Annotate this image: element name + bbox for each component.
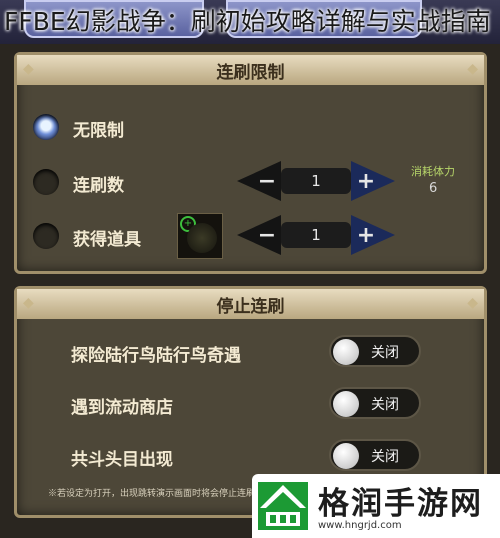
label-obtain-item: 获得道具 <box>73 230 141 250</box>
toggle-label: 关闭 <box>371 345 399 361</box>
corner-ornament-icon: ◆ <box>467 61 478 77</box>
stop-repeat-header: 停止连刷 <box>17 289 484 319</box>
stamina-cost-label: 消耗体力 <box>411 165 455 178</box>
label-coop-boss: 共斗头目出现 <box>71 450 173 470</box>
item-count-minus-button[interactable]: − <box>237 215 281 255</box>
repeat-limit-header: 连刷限制 <box>17 55 484 85</box>
toggle-wandering-shop[interactable]: 关闭 <box>329 387 421 419</box>
corner-ornament-icon: ◆ <box>23 61 34 77</box>
repeat-count-minus-button[interactable]: − <box>237 161 281 201</box>
radio-obtain-item[interactable] <box>33 223 59 249</box>
site-url: www.hngrjd.com <box>318 520 402 531</box>
toggle-knob <box>333 339 359 365</box>
item-orb-icon <box>187 223 217 253</box>
label-repeat-count: 连刷数 <box>73 176 124 196</box>
radio-unlimited[interactable] <box>33 114 59 140</box>
label-wandering-shop: 遇到流动商店 <box>71 398 173 418</box>
corner-ornament-icon: ◆ <box>467 295 478 311</box>
minus-icon: − <box>257 168 277 194</box>
site-watermark: 格润手游网 www.hngrjd.com <box>252 474 500 538</box>
corner-ornament-icon: ◆ <box>23 295 34 311</box>
label-unlimited: 无限制 <box>73 121 124 141</box>
plus-icon: + <box>356 222 376 248</box>
toggle-coop-boss[interactable]: 关闭 <box>329 439 421 471</box>
minus-icon: − <box>257 222 277 248</box>
toggle-knob <box>333 443 359 469</box>
site-logo-icon <box>258 482 308 530</box>
item-count-stepper: − 1 + <box>237 215 395 255</box>
overlay-title: FFBE幻影战争：刷初始攻略详解与实战指南 <box>4 7 491 36</box>
toggle-knob <box>333 391 359 417</box>
label-chocobo-encounter: 探险陆行鸟陆行鸟奇遇 <box>71 346 241 366</box>
site-name: 格润手游网 <box>318 486 483 522</box>
repeat-limit-panel: 连刷限制 ◆ ◆ 无限制 连刷数 − 1 + 消耗体力 6 获得道具 + − 1… <box>14 52 487 274</box>
toggle-label: 关闭 <box>371 397 399 413</box>
toggle-chocobo-encounter[interactable]: 关闭 <box>329 335 421 367</box>
stop-repeat-title: 停止连刷 <box>216 296 285 317</box>
radio-repeat-count[interactable] <box>33 169 59 195</box>
item-count-value: 1 <box>281 222 351 248</box>
stamina-cost-value: 6 <box>429 181 438 196</box>
repeat-count-plus-button[interactable]: + <box>351 161 395 201</box>
repeat-count-value: 1 <box>281 168 351 194</box>
item-count-plus-button[interactable]: + <box>351 215 395 255</box>
repeat-count-stepper: − 1 + <box>237 161 395 201</box>
plus-icon: + <box>356 168 376 194</box>
toggle-label: 关闭 <box>371 449 399 465</box>
repeat-limit-title: 连刷限制 <box>216 62 285 83</box>
item-slot[interactable]: + <box>177 213 223 259</box>
